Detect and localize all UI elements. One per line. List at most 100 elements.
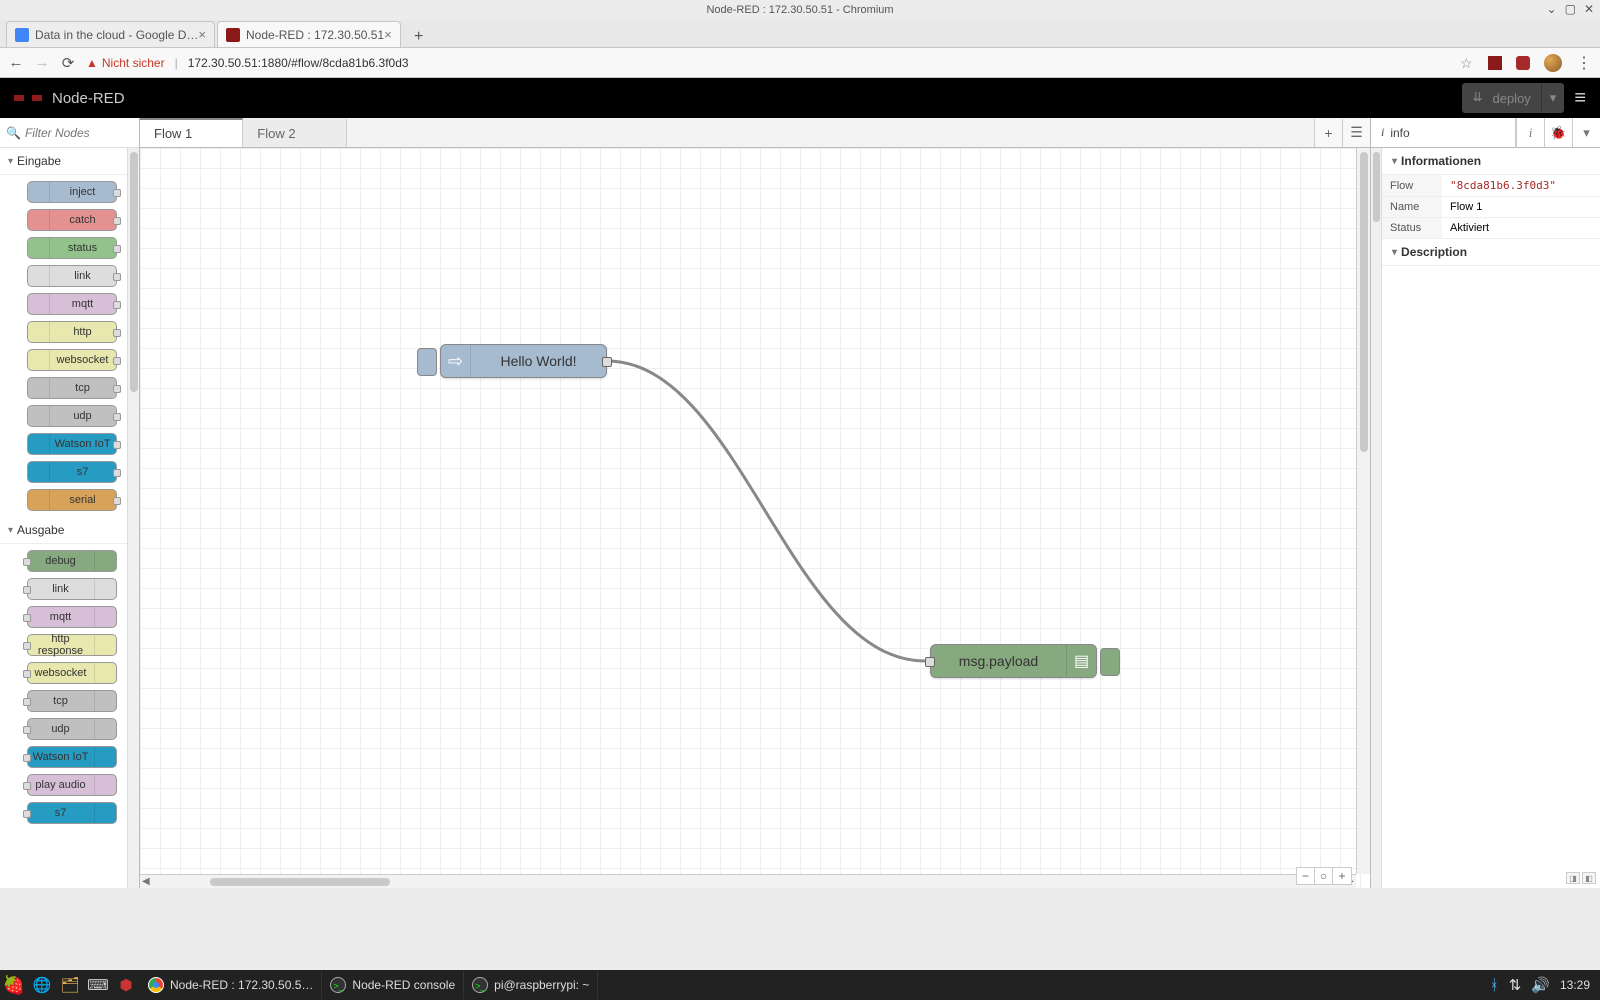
extension-icon[interactable]	[1488, 56, 1502, 70]
tab-nodered[interactable]: Node-RED : 172.30.50.51 ×	[217, 21, 401, 47]
forward-button[interactable]: →	[34, 54, 50, 71]
palette-node[interactable]: tcp	[27, 690, 117, 712]
url-text[interactable]: 172.30.50.51:1880/#flow/8cda81b6.3f0d3	[188, 56, 409, 70]
palette-node[interactable]: catch	[27, 209, 117, 231]
debug-toggle-button[interactable]	[1100, 648, 1120, 676]
sidebar-caret-icon[interactable]: ▾	[1572, 118, 1600, 147]
start-menu-icon[interactable]: 🍓	[0, 971, 28, 999]
back-button[interactable]: ←	[8, 54, 24, 71]
profile-avatar[interactable]	[1544, 54, 1562, 72]
palette-node[interactable]: mqtt	[27, 293, 117, 315]
input-port[interactable]	[23, 754, 31, 762]
palette-node[interactable]: s7	[27, 802, 117, 824]
minimize-icon[interactable]: ⌄	[1547, 2, 1557, 16]
palette-body[interactable]: ▾Eingabe inject catch status link mqtt http web…	[0, 148, 139, 888]
input-port[interactable]	[23, 698, 31, 706]
tab-gdoc[interactable]: Data in the cloud - Google D… ×	[6, 21, 215, 47]
canvas-vscrollbar[interactable]	[1356, 148, 1370, 874]
palette-node[interactable]: serial	[27, 489, 117, 511]
output-port[interactable]	[113, 413, 121, 421]
web-browser-icon[interactable]: 🌐	[28, 971, 56, 999]
palette-node[interactable]: play audio	[27, 774, 117, 796]
input-port[interactable]	[23, 810, 31, 818]
palette-node[interactable]: websocket	[27, 662, 117, 684]
output-port[interactable]	[602, 357, 612, 367]
palette-node[interactable]: tcp	[27, 377, 117, 399]
palette-node[interactable]: http response	[27, 634, 117, 656]
zoom-reset-button[interactable]: ○	[1315, 868, 1333, 884]
input-port[interactable]	[23, 586, 31, 594]
sidebar-collapse-icon[interactable]: ◨	[1566, 872, 1580, 884]
bluetooth-icon[interactable]: ᚼ	[1490, 977, 1499, 994]
wire[interactable]	[607, 361, 925, 661]
flow-tab-1[interactable]: Flow 1	[140, 118, 243, 147]
output-port[interactable]	[113, 469, 121, 477]
output-port[interactable]	[113, 189, 121, 197]
palette-node[interactable]: link	[27, 578, 117, 600]
palette-category[interactable]: ▾Eingabe	[0, 148, 139, 175]
debug-sidebar-icon[interactable]: 🐞	[1544, 118, 1572, 147]
terminal-icon[interactable]: ⌨	[84, 971, 112, 999]
input-port[interactable]	[23, 558, 31, 566]
zoom-out-button[interactable]: −	[1297, 868, 1315, 884]
sidebar-scrollbar[interactable]	[1371, 148, 1382, 888]
deploy-button[interactable]: deploy ▾	[1462, 83, 1564, 113]
new-tab-button[interactable]: +	[409, 27, 429, 47]
palette-node[interactable]: mqtt	[27, 606, 117, 628]
search-input[interactable]	[25, 126, 133, 140]
tab-close-icon[interactable]: ×	[198, 27, 206, 42]
browser-menu-icon[interactable]: ⋮	[1576, 53, 1592, 73]
taskbar-item[interactable]: Node-RED : 172.30.50.5…	[140, 971, 322, 999]
palette-node[interactable]: link	[27, 265, 117, 287]
scroll-left-icon[interactable]: ◀	[142, 876, 150, 887]
list-flows-button[interactable]: ☰	[1342, 119, 1370, 147]
file-manager-icon[interactable]: 🗂	[56, 971, 84, 999]
palette-category[interactable]: ▾Ausgabe	[0, 517, 139, 544]
reload-button[interactable]: ⟳	[60, 54, 76, 72]
palette-scrollbar[interactable]	[127, 148, 139, 888]
sidebar-expand-icon[interactable]: ◧	[1582, 872, 1596, 884]
flow-tab-2[interactable]: Flow 2	[243, 118, 346, 147]
output-port[interactable]	[113, 357, 121, 365]
output-port[interactable]	[113, 217, 121, 225]
output-port[interactable]	[113, 441, 121, 449]
palette-node[interactable]: udp	[27, 405, 117, 427]
info-section-header[interactable]: ▾ Informationen	[1382, 148, 1600, 175]
add-flow-button[interactable]: +	[1314, 119, 1342, 147]
input-port[interactable]	[23, 670, 31, 678]
deploy-caret-icon[interactable]: ▾	[1541, 83, 1565, 113]
extension-icon[interactable]	[1516, 56, 1530, 70]
output-port[interactable]	[113, 497, 121, 505]
maximize-icon[interactable]: ▢	[1565, 2, 1576, 16]
nodered-launcher-icon[interactable]: ⬢	[112, 971, 140, 999]
palette-node[interactable]: s7	[27, 461, 117, 483]
output-port[interactable]	[113, 301, 121, 309]
palette-node[interactable]: http	[27, 321, 117, 343]
close-icon[interactable]: ✕	[1584, 2, 1594, 16]
palette-node[interactable]: status	[27, 237, 117, 259]
input-port[interactable]	[23, 782, 31, 790]
zoom-in-button[interactable]: +	[1333, 868, 1351, 884]
output-port[interactable]	[113, 329, 121, 337]
palette-node[interactable]: Watson IoT	[27, 746, 117, 768]
palette-node[interactable]: debug	[27, 550, 117, 572]
taskbar-item[interactable]: Node-RED console	[322, 971, 464, 999]
input-port[interactable]	[23, 642, 31, 650]
menu-icon[interactable]: ≡	[1574, 87, 1586, 110]
inject-trigger-button[interactable]	[417, 348, 437, 376]
taskbar-item[interactable]: pi@raspberrypi: ~	[464, 971, 598, 999]
security-warning[interactable]: ▲ Nicht sicher	[86, 56, 165, 70]
clock[interactable]: 13:29	[1560, 978, 1590, 992]
palette-node[interactable]: Watson IoT	[27, 433, 117, 455]
canvas-hscrollbar[interactable]: ◀ ▶	[140, 874, 1356, 888]
palette-node[interactable]: inject	[27, 181, 117, 203]
output-port[interactable]	[113, 273, 121, 281]
bookmark-icon[interactable]: ☆	[1460, 56, 1474, 70]
network-icon[interactable]: ⇅	[1509, 976, 1522, 994]
info-tab[interactable]: i info	[1371, 118, 1516, 147]
tab-close-icon[interactable]: ×	[384, 27, 392, 42]
input-port[interactable]	[23, 726, 31, 734]
input-port[interactable]	[23, 614, 31, 622]
palette-node[interactable]: websocket	[27, 349, 117, 371]
description-section-header[interactable]: ▾ Description	[1382, 239, 1600, 266]
